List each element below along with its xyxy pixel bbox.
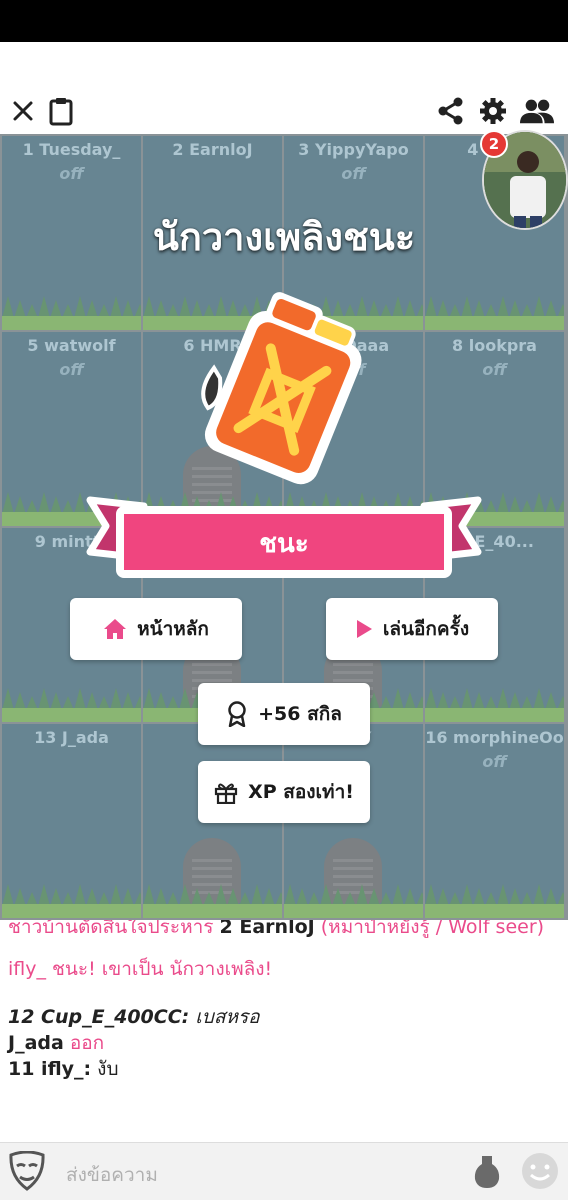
chat-message: ifly_ ชนะ! เขาเป็น นักวางเพลิง! bbox=[8, 958, 273, 980]
chat-message: 12 Cup_E_400CC: เบสหรอ bbox=[8, 1004, 560, 1030]
potion-icon[interactable] bbox=[472, 1154, 502, 1190]
chat-log: ชาวบ้านตัดสินใจประหาร 2 EarnloJ (หมาป่าห… bbox=[0, 920, 568, 1142]
chat-player-name: J_ada bbox=[8, 1032, 64, 1054]
chat-text: (หมาป่าหยั่งรู้ / Wolf seer) bbox=[314, 920, 545, 938]
clipboard-icon[interactable] bbox=[44, 94, 78, 128]
chat-message: J_ada ออก bbox=[8, 1030, 560, 1056]
award-icon bbox=[228, 701, 246, 727]
message-bar: ส่งข้อความ bbox=[0, 1142, 568, 1200]
replay-button[interactable]: เล่นอีกครั้ง bbox=[326, 598, 498, 660]
replay-button-label: เล่นอีกครั้ง bbox=[382, 618, 470, 640]
message-input[interactable]: ส่งข้อความ bbox=[66, 1160, 158, 1190]
close-icon[interactable] bbox=[6, 94, 40, 128]
skill-reward[interactable]: +56 สกิล bbox=[198, 683, 370, 745]
chat-message: 11 ifly_: งับ bbox=[8, 1056, 560, 1082]
double-xp-label: XP สองเท่า! bbox=[248, 781, 354, 803]
chat-text: เบสหรอ bbox=[189, 1006, 260, 1028]
status-bar bbox=[0, 0, 568, 42]
play-icon bbox=[356, 620, 372, 638]
notification-badge: 2 bbox=[480, 130, 508, 158]
win-title: นักวางเพลิงชนะ bbox=[152, 215, 416, 259]
gear-icon[interactable] bbox=[476, 94, 510, 128]
top-bar bbox=[0, 88, 568, 134]
share-icon[interactable] bbox=[434, 94, 468, 128]
gift-icon bbox=[214, 783, 238, 804]
chat-player-name: 2 EarnloJ bbox=[219, 920, 315, 938]
people-icon[interactable] bbox=[520, 94, 554, 128]
gas-can-icon bbox=[201, 292, 362, 485]
chat-message: ชาวบ้านตัดสินใจประหาร 2 EarnloJ (หมาป่าห… bbox=[8, 920, 560, 940]
chat-text: ออก bbox=[63, 1032, 105, 1054]
double-xp-button[interactable]: XP สองเท่า! bbox=[198, 761, 370, 823]
skill-reward-label: +56 สกิล bbox=[258, 703, 342, 725]
home-button[interactable]: หน้าหลัก bbox=[70, 598, 242, 660]
mask-icon[interactable] bbox=[8, 1150, 46, 1191]
chat-text: งับ bbox=[91, 1058, 119, 1080]
home-icon bbox=[104, 619, 127, 639]
chat-player-name: 11 ifly_: bbox=[8, 1058, 92, 1080]
home-button-label: หน้าหลัก bbox=[137, 618, 209, 640]
chat-player-name: 12 Cup_E_400CC: bbox=[8, 1006, 190, 1028]
win-banner-text: ชนะ bbox=[259, 528, 309, 559]
emoji-icon[interactable] bbox=[520, 1151, 560, 1191]
chat-text: ชาวบ้านตัดสินใจประหาร bbox=[8, 920, 220, 938]
